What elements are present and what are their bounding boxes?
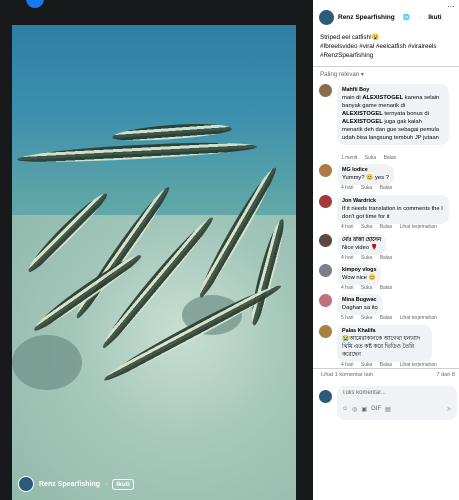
divider — [313, 66, 459, 67]
video-author-name[interactable]: Renz Spearfishing — [39, 481, 100, 488]
post-panel: ⋯ Renz Spearfishing 🌐 · Ikuti Striped ee… — [313, 0, 459, 500]
follow-button[interactable]: Ikuti — [112, 478, 134, 490]
comment-time[interactable]: 4 hari — [341, 185, 354, 191]
catfish — [16, 138, 258, 166]
comment-author[interactable]: Palas Khalifa — [342, 328, 427, 335]
comment-text: Yummy? 😊 yes ? — [342, 175, 389, 181]
avatar[interactable] — [319, 195, 332, 208]
view-more-comments-link[interactable]: Lihat 1 komentar lain — [321, 372, 373, 378]
reply-button[interactable]: Balas — [380, 315, 393, 321]
comment-author[interactable]: মোঃ রাজা হোসেন — [342, 237, 381, 244]
comment-meta: 4 hari Suka Balas — [341, 185, 398, 191]
post-header: Renz Spearfishing 🌐 · Ikuti — [319, 10, 459, 25]
like-button[interactable]: Suka — [361, 224, 372, 230]
avatar[interactable] — [319, 325, 332, 338]
comment-count: 7 dari 8 — [436, 372, 455, 378]
like-button[interactable]: Suka — [365, 155, 376, 161]
post-author-name[interactable]: Renz Spearfishing — [338, 14, 395, 21]
separator-dot: · — [105, 480, 108, 488]
translate-link[interactable]: Lihat terjemahan — [400, 224, 437, 230]
like-button[interactable]: Suka — [361, 255, 372, 261]
comment-text: Daghan sa ito — [342, 305, 378, 311]
translate-link[interactable]: Lihat terjemahan — [400, 315, 437, 321]
globe-icon: 🌐 — [402, 15, 411, 21]
rock — [12, 335, 82, 390]
hashtags[interactable]: #fbreelsvideo #viral #eelcatfish #viralr… — [320, 42, 452, 51]
comment-bubble: Jon Wardrick If it needs translation in … — [337, 195, 449, 224]
divider — [313, 368, 459, 369]
comment-bubble: Palas Khalifa 😭আমেরাকানকে আগেথা ধন্যবাদ … — [337, 325, 432, 362]
caption-line: Striped eel catfish!😮 — [320, 34, 380, 41]
sticker-icon[interactable]: ▤ — [385, 406, 391, 413]
comment-time[interactable]: 4 hari — [341, 255, 354, 261]
comment-time[interactable]: 5 hari — [341, 315, 354, 321]
video-author-bar: Renz Spearfishing · Ikuti — [18, 476, 134, 492]
comment-time[interactable]: 4 hari — [341, 285, 354, 291]
reply-button[interactable]: Balas — [380, 224, 393, 230]
hashtags[interactable]: #RenzSpearfishing — [320, 51, 452, 60]
comment-bubble: মোঃ রাজা হোসেন Nice video 🌹 — [337, 234, 387, 255]
video-area: Renz Spearfishing · Ikuti — [0, 0, 313, 500]
catfish — [111, 120, 233, 144]
comment-meta: 4 hari Suka Balas Lihat terjemahan — [341, 224, 443, 230]
comment-bubble: kimpoy vlogs Wow nice 😊 — [337, 264, 382, 285]
send-icon[interactable]: ➤ — [446, 405, 452, 413]
avatar[interactable] — [319, 84, 332, 97]
photo-icon[interactable]: ▣ — [361, 406, 367, 413]
avatar[interactable] — [319, 234, 332, 247]
composer-tools: ☺ ◎ ▣ GIF ▤ — [342, 406, 391, 413]
comment-text: Wow nice 😊 — [342, 275, 376, 281]
comment-meta: 4 hari Suka Balas — [341, 285, 398, 291]
avatar[interactable] — [18, 476, 34, 492]
comment-author[interactable]: kimpoy vlogs — [342, 267, 376, 274]
post-caption: Striped eel catfish!😮 #fbreelsvideo #vir… — [320, 33, 452, 60]
separator-dot: · — [418, 14, 421, 21]
comment-author[interactable]: MG Iodice — [342, 167, 389, 174]
comment-box: ☺ ◎ ▣ GIF ▤ ➤ — [337, 386, 457, 420]
comment-author[interactable]: Jon Wardrick — [342, 198, 444, 205]
more-comments-row: Lihat 1 komentar lain 7 dari 8 — [321, 372, 455, 378]
emoji-icon[interactable]: ☺ — [342, 406, 348, 413]
comment-text: main di ALEXISTOGEL karena selain banyak… — [342, 95, 440, 141]
comment-author[interactable]: Mina Bugwac — [342, 297, 378, 304]
comment-input[interactable] — [342, 390, 452, 396]
comment-time[interactable]: 1 menit — [341, 155, 357, 161]
comment-author[interactable]: Mahfii Boy — [342, 87, 444, 94]
comment-time[interactable]: 4 hari — [341, 224, 354, 230]
avatar[interactable] — [319, 164, 332, 177]
comment-text: If it needs translation in comments the … — [342, 206, 443, 220]
avatar — [319, 390, 332, 403]
reply-button[interactable]: Balas — [380, 185, 393, 191]
comment-sort-dropdown[interactable]: Paling relevan ▾ — [320, 71, 364, 78]
comment-meta: 1 menit Suka Balas — [341, 155, 402, 161]
gif-icon[interactable]: GIF — [371, 406, 381, 413]
comment-text: Nice video 🌹 — [342, 245, 378, 251]
comment-bubble: Mahfii Boy main di ALEXISTOGEL karena se… — [337, 84, 449, 145]
comment-meta: 4 hari Suka Balas — [341, 255, 398, 261]
avatar[interactable] — [319, 264, 332, 277]
avatar[interactable] — [319, 294, 332, 307]
facebook-logo-icon[interactable] — [26, 0, 44, 8]
comment-text: 😭আমেরাকানকে আগেথা ধন্যবাদ থিমি এত কষ্ট ক… — [342, 336, 420, 358]
comment-bubble: Mina Bugwac Daghan sa ito — [337, 294, 383, 315]
comment-meta: 5 hari Suka Balas Lihat terjemahan — [341, 315, 443, 321]
camera-icon[interactable]: ◎ — [352, 406, 357, 413]
reply-button[interactable]: Balas — [380, 255, 393, 261]
comment-bubble: MG Iodice Yummy? 😊 yes ? — [337, 164, 394, 185]
reply-button[interactable]: Balas — [384, 155, 397, 161]
like-button[interactable]: Suka — [361, 185, 372, 191]
like-button[interactable]: Suka — [361, 315, 372, 321]
avatar[interactable] — [319, 10, 334, 25]
reply-button[interactable]: Balas — [380, 285, 393, 291]
reel-video[interactable] — [12, 25, 296, 500]
follow-button[interactable]: Ikuti — [428, 14, 441, 21]
like-button[interactable]: Suka — [361, 285, 372, 291]
